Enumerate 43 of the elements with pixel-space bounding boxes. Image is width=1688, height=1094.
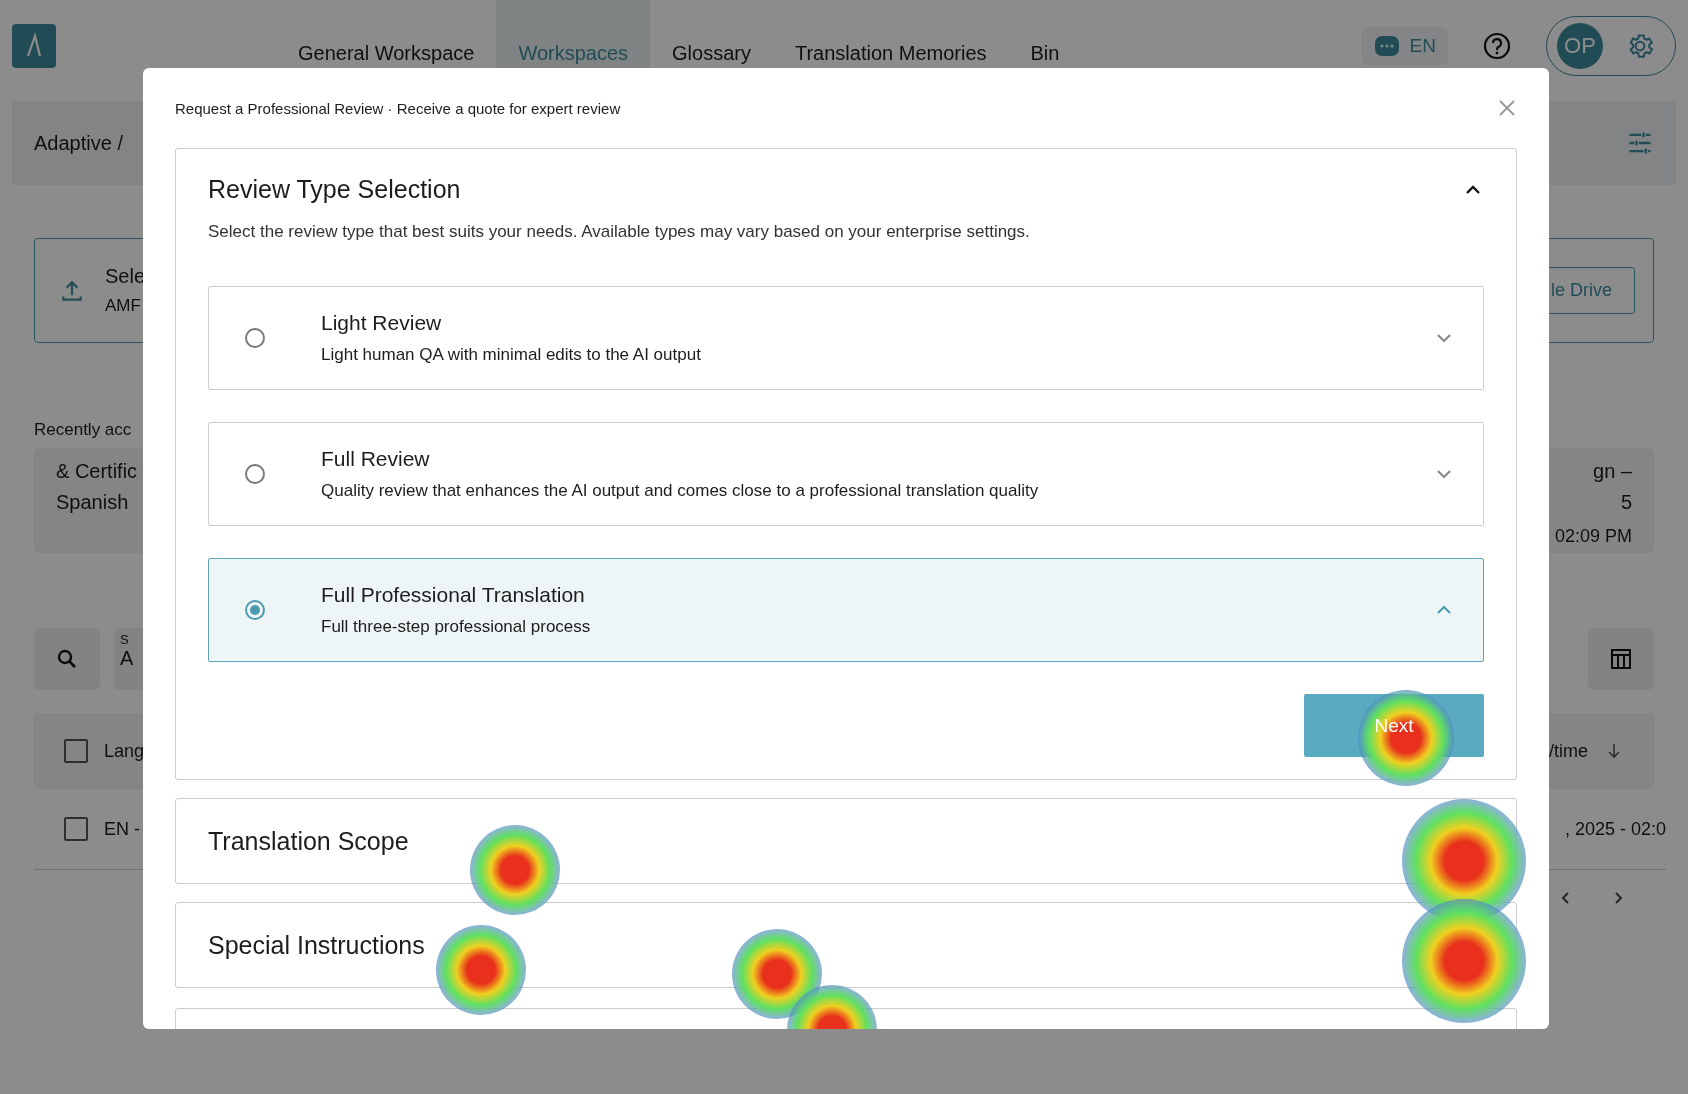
section-title[interactable]: Review Type Selection	[208, 175, 461, 204]
upload-subtitle: AMF	[105, 296, 142, 316]
radio-button[interactable]	[245, 328, 265, 348]
checkbox[interactable]	[64, 739, 88, 763]
section-label: Recently acc	[34, 420, 133, 440]
option-title: Full Review	[321, 447, 431, 471]
close-icon[interactable]	[1497, 98, 1517, 118]
card-text: 5	[1620, 491, 1632, 514]
review-option[interactable]: Light Review Light human QA with minimal edits to the AI output	[208, 286, 1484, 390]
option-description: Full three-step professional process	[321, 617, 592, 637]
breadcrumb[interactable]: Adaptive /	[34, 131, 123, 155]
option-title: Full Professional Translation	[321, 583, 586, 607]
table-cell: , 2025 - 02:0	[1564, 818, 1666, 840]
column-header[interactable]: Lang	[104, 740, 145, 762]
dialog-title: Request a Professional Review · Receive a quote for expert review	[175, 99, 621, 117]
section-title: Translation Scope	[208, 826, 409, 856]
table-layout-icon	[1609, 647, 1633, 671]
section-title: Special Instructions	[208, 930, 425, 960]
card-text: Spanish	[56, 491, 130, 514]
option-description: Light human QA with minimal edits to the AI output	[321, 345, 702, 365]
option-description: Quality review that enhances the AI output and comes close to a professional translation quality	[321, 481, 1040, 501]
nav-tab[interactable]: Translation Memories	[772, 0, 1009, 92]
radio-button[interactable]	[245, 464, 265, 484]
review-option[interactable]: Full Professional Translation Full three-step professional process	[208, 558, 1484, 662]
nav-tab[interactable]: General Workspace	[276, 0, 497, 92]
chat-icon	[1373, 33, 1400, 59]
help-icon[interactable]	[1482, 31, 1512, 61]
checkbox[interactable]	[64, 817, 88, 841]
review-option[interactable]: Full Review Quality review that enhances the AI output and comes close to a professional translation quality	[208, 422, 1484, 526]
option-title: Light Review	[321, 311, 443, 335]
nav-tab[interactable]: Bin	[1008, 0, 1082, 92]
upload-title: Sele	[105, 265, 146, 288]
search-button[interactable]	[34, 628, 100, 690]
column-layout-button[interactable]	[1588, 628, 1654, 690]
nav-tab[interactable]: Glossary	[650, 0, 773, 92]
table-cell: EN -	[104, 818, 140, 840]
card-text: 02:09 PM	[1554, 526, 1632, 547]
section-panel[interactable]: Translation Scope	[175, 798, 1517, 884]
card-text: gn –	[1593, 460, 1632, 483]
card-text: & Certific	[56, 460, 139, 483]
radio-button[interactable]	[245, 600, 265, 620]
column-header[interactable]: /time	[1549, 740, 1588, 762]
app-logo-icon[interactable]	[12, 24, 56, 68]
